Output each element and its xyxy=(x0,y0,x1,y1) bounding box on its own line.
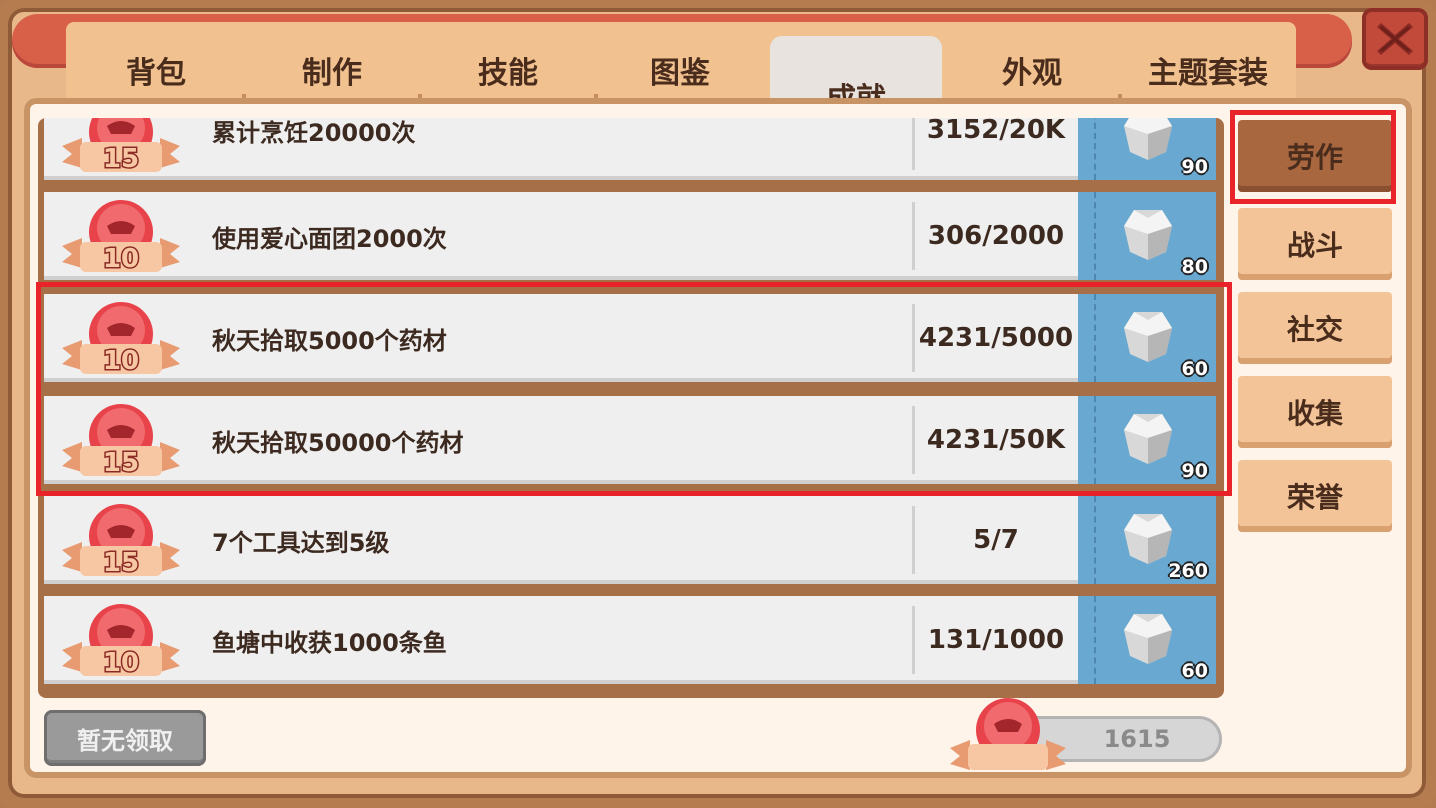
tab-label: 主题套装 xyxy=(1148,56,1268,91)
badge-points: 10 xyxy=(103,346,139,376)
reward-amount: 80 xyxy=(1181,256,1208,278)
silver-gem-icon xyxy=(1124,514,1172,564)
reward-slot[interactable]: 60 xyxy=(1078,294,1216,382)
achievement-progress: 4231/5000 xyxy=(918,323,1074,353)
medal-badge-icon: 10 xyxy=(62,604,180,680)
achievement-row[interactable]: 15 秋天拾取50000个药材 4231/50K 90 xyxy=(44,396,1216,484)
category-label: 荣誉 xyxy=(1286,481,1343,514)
category-collect[interactable]: 收集 xyxy=(1238,376,1392,448)
silver-gem-icon xyxy=(1124,414,1172,464)
achievement-title: 使用爱心面团2000次 xyxy=(212,224,447,253)
total-points-value: 1615 xyxy=(1103,725,1171,753)
close-x-icon xyxy=(1377,23,1413,55)
reward-amount: 260 xyxy=(1168,560,1208,582)
achievement-row[interactable]: 10 秋天拾取5000个药材 4231/5000 60 xyxy=(44,294,1216,382)
reward-slot[interactable]: 90 xyxy=(1078,396,1216,484)
achievement-progress: 3152/20K xyxy=(926,118,1066,145)
medal-badge-icon: 10 xyxy=(62,302,180,378)
medal-badge-icon: 15 xyxy=(62,118,180,176)
reward-slot[interactable]: 80 xyxy=(1078,192,1216,280)
achievement-progress: 131/1000 xyxy=(927,625,1065,655)
close-button[interactable] xyxy=(1362,8,1428,70)
reward-slot[interactable]: 90 xyxy=(1078,118,1216,180)
badge-points: 15 xyxy=(103,448,139,478)
badge-points: 10 xyxy=(103,244,139,274)
reward-amount: 60 xyxy=(1181,660,1208,682)
category-honor[interactable]: 荣誉 xyxy=(1238,460,1392,532)
achievement-row[interactable]: 15 7个工具达到5级 5/7 260 xyxy=(44,496,1216,584)
achievement-list[interactable]: 15 累计烹饪20000次 3152/20K 90 10 使用爱心面团2000次… xyxy=(38,118,1224,698)
reward-amount: 90 xyxy=(1181,156,1208,178)
category-label: 社交 xyxy=(1286,313,1343,346)
tab-label: 制作 xyxy=(302,56,362,91)
badge-points: 15 xyxy=(103,548,139,578)
medal-badge-icon: 15 xyxy=(62,404,180,480)
reward-slot[interactable]: 260 xyxy=(1078,496,1216,584)
medal-badge-icon xyxy=(950,698,1066,770)
badge-points: 10 xyxy=(103,648,139,678)
achievement-title: 7个工具达到5级 xyxy=(212,528,390,557)
category-label: 收集 xyxy=(1286,397,1343,430)
category-label: 战斗 xyxy=(1286,229,1343,262)
tab-skills[interactable]: 技能 xyxy=(422,44,594,96)
achievement-title: 秋天拾取50000个药材 xyxy=(212,428,464,457)
category-combat[interactable]: 战斗 xyxy=(1238,208,1392,280)
silver-gem-icon xyxy=(1124,118,1172,160)
tab-label: 技能 xyxy=(478,56,538,91)
tab-collection-book[interactable]: 图鉴 xyxy=(594,44,766,96)
category-label: 劳作 xyxy=(1286,141,1343,174)
achievement-progress: 306/2000 xyxy=(927,221,1065,251)
tab-label: 背包 xyxy=(126,56,186,91)
achievement-title: 鱼塘中收获1000条鱼 xyxy=(212,628,447,657)
achievement-progress: 4231/50K xyxy=(926,425,1066,455)
medal-badge-icon: 10 xyxy=(62,200,180,276)
reward-amount: 60 xyxy=(1181,358,1208,380)
reward-amount: 90 xyxy=(1181,460,1208,482)
silver-gem-icon xyxy=(1124,312,1172,362)
tab-theme-sets[interactable]: 主题套装 xyxy=(1122,44,1294,96)
silver-gem-icon xyxy=(1124,210,1172,260)
badge-points: 15 xyxy=(103,144,139,174)
reward-slot[interactable]: 60 xyxy=(1078,596,1216,684)
tab-label: 外观 xyxy=(1002,56,1062,91)
achievement-row[interactable]: 15 累计烹饪20000次 3152/20K 90 xyxy=(44,118,1216,180)
claim-button[interactable]: 暂无领取 xyxy=(44,710,206,766)
achievement-row[interactable]: 10 使用爱心面团2000次 306/2000 80 xyxy=(44,192,1216,280)
category-social[interactable]: 社交 xyxy=(1238,292,1392,364)
silver-gem-icon xyxy=(1124,614,1172,664)
medal-badge-icon: 15 xyxy=(62,504,180,580)
achievement-row[interactable]: 10 鱼塘中收获1000条鱼 131/1000 60 xyxy=(44,596,1216,684)
achievement-progress: 5/7 xyxy=(973,525,1019,555)
tab-label: 图鉴 xyxy=(650,56,710,91)
achievement-title: 累计烹饪20000次 xyxy=(212,118,416,147)
claim-button-label: 暂无领取 xyxy=(77,726,173,755)
tab-appearance[interactable]: 外观 xyxy=(946,44,1118,96)
tab-crafting[interactable]: 制作 xyxy=(246,44,418,96)
category-labor[interactable]: 劳作 xyxy=(1238,120,1392,192)
achievement-title: 秋天拾取5000个药材 xyxy=(212,326,447,355)
tab-bar: 背包 制作 技能 图鉴 成就 外观 主题套装 xyxy=(66,22,1296,142)
tab-bag[interactable]: 背包 xyxy=(70,44,242,96)
